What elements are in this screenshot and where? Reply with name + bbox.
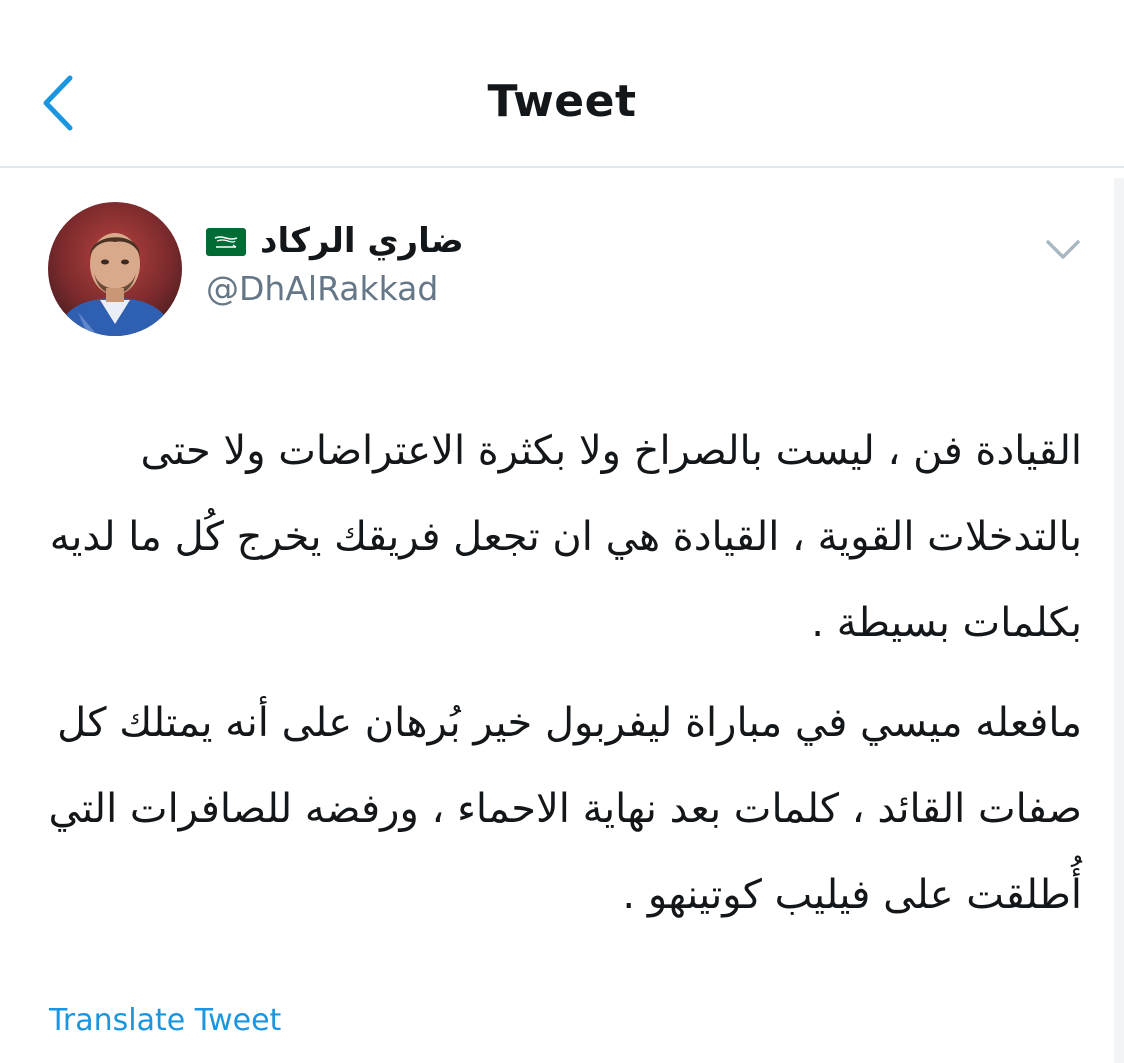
tweet-text: القيادة فن ، ليست بالصراخ ولا بكثرة الاع… [36, 408, 1082, 938]
author-handle[interactable]: @DhAlRakkad [206, 266, 438, 312]
tweet-paragraph: القيادة فن ، ليست بالصراخ ولا بكثرة الاع… [49, 428, 1082, 646]
avatar[interactable] [48, 202, 182, 336]
tweet-paragraph: مافعله ميسي في مباراة ليفربول خير بُرهان… [48, 700, 1082, 918]
saudi-arabia-flag-icon [206, 228, 246, 256]
translate-tweet-link[interactable]: Translate Tweet [49, 1000, 281, 1042]
top-navigation-bar: Tweet [0, 0, 1124, 168]
page-title: Tweet [487, 76, 637, 127]
profile-avatar [48, 202, 182, 336]
author-display-name[interactable]: ضاري الركاد [260, 218, 464, 264]
author-name-row[interactable]: ضاري الركاد [206, 218, 566, 264]
chevron-down-icon [1046, 240, 1080, 259]
scrollbar-track[interactable] [1114, 178, 1124, 1063]
tweet-options-button[interactable] [1040, 230, 1086, 270]
